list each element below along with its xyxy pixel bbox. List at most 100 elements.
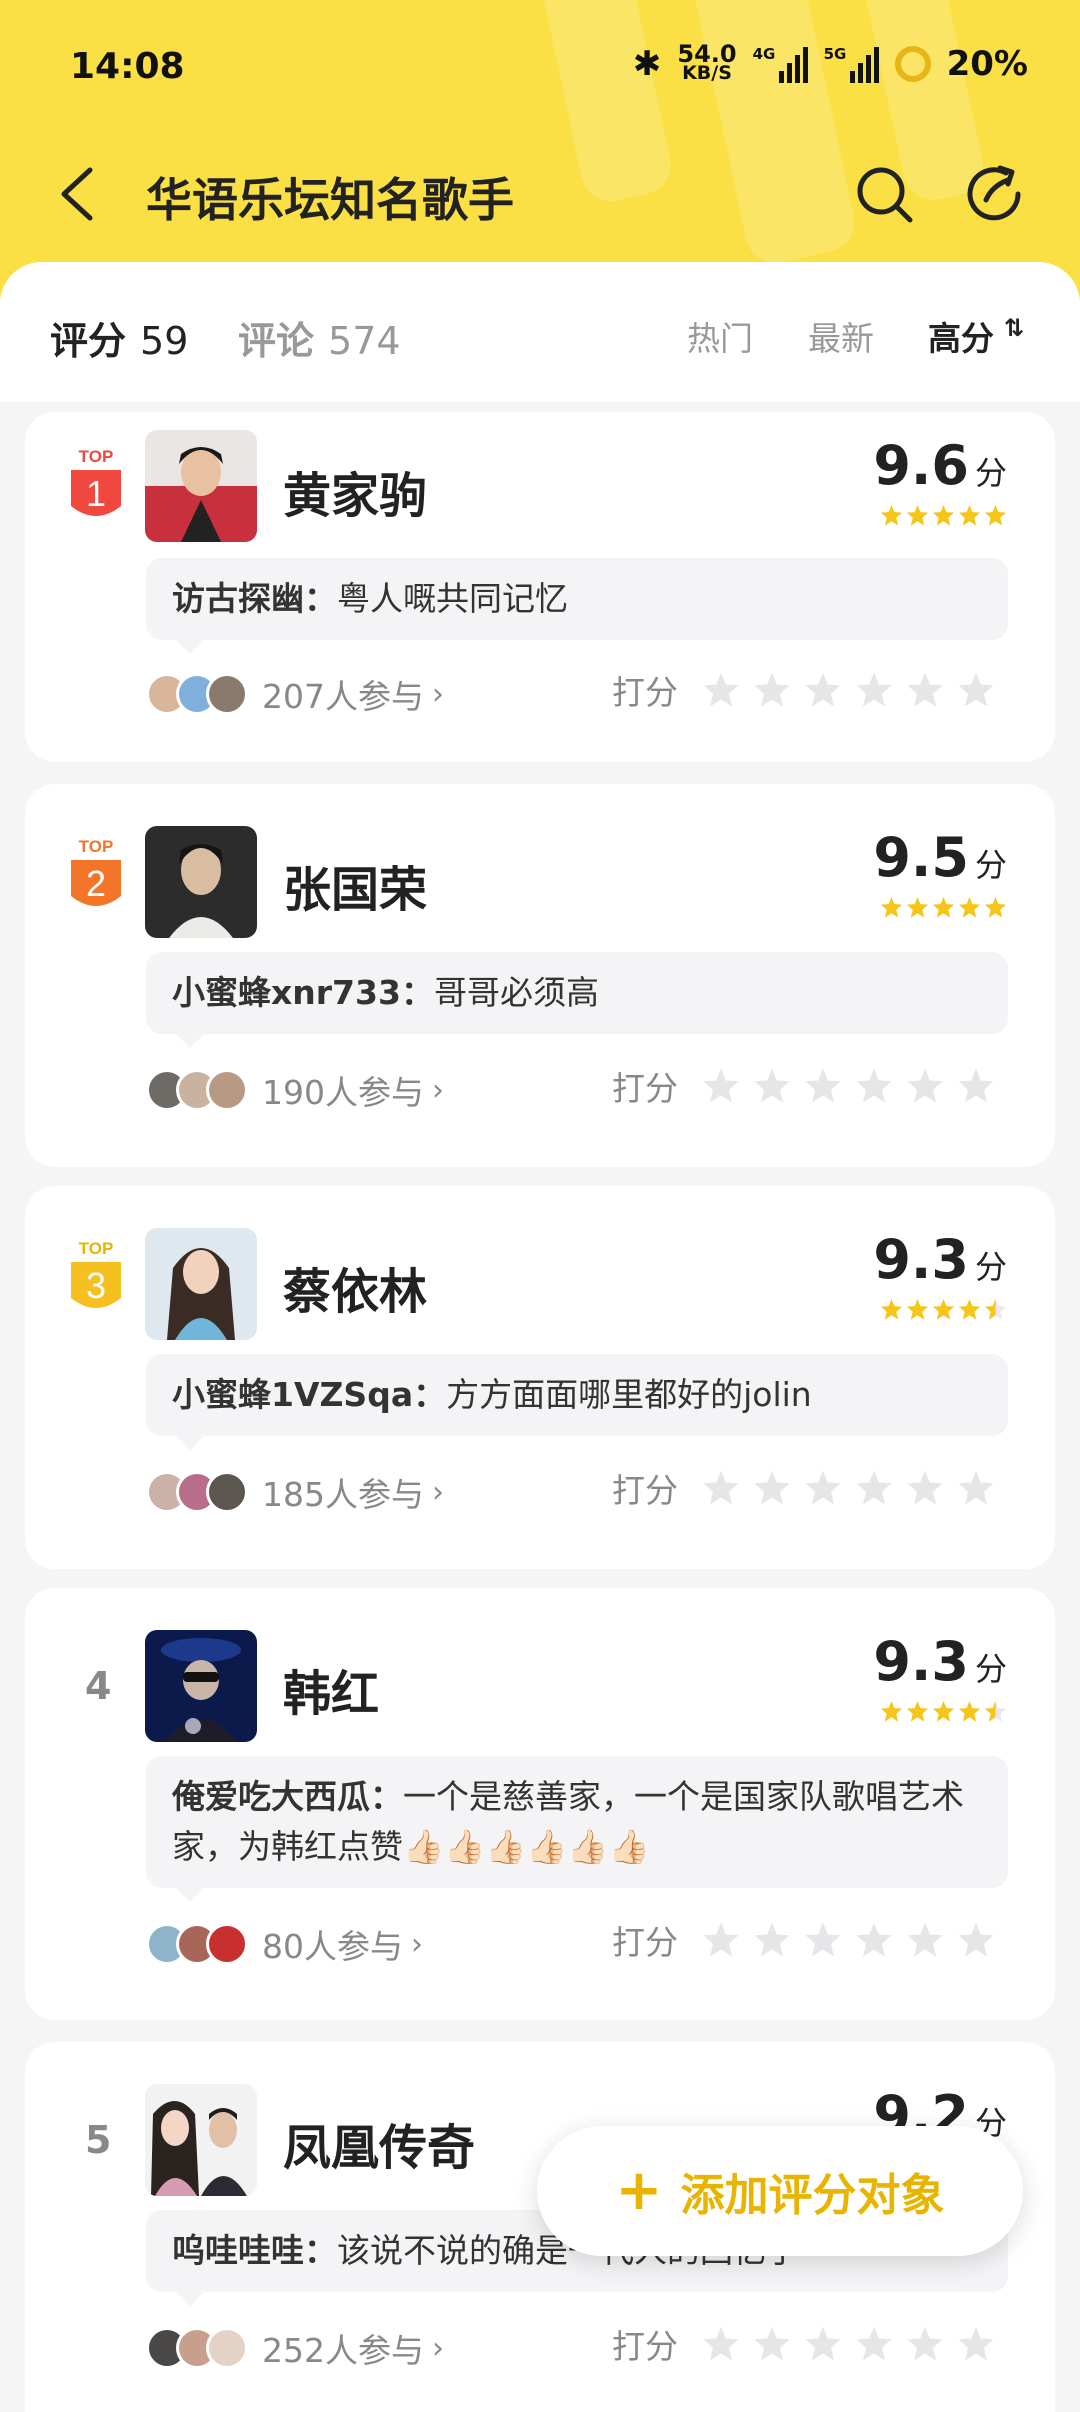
avatar[interactable]	[145, 1228, 257, 1340]
rate-star-icon[interactable]	[753, 2325, 791, 2363]
participants[interactable]: 80人参与 ›	[146, 1920, 423, 1968]
rate-star-icon[interactable]	[702, 2325, 740, 2363]
add-rating-target-button[interactable]: + 添加评分对象	[537, 2126, 1023, 2256]
star-icon	[906, 1298, 929, 1320]
share-icon[interactable]	[962, 162, 1026, 226]
avatar[interactable]	[145, 2084, 257, 2196]
network-speed: 54.0 KB/S	[677, 40, 737, 84]
rate-star-icon[interactable]	[753, 671, 791, 709]
star-icon	[906, 1700, 929, 1722]
rate-star-icon[interactable]	[702, 1067, 740, 1105]
score-value: 9.3 分	[873, 1228, 1007, 1291]
participants[interactable]: 207人参与 ›	[146, 670, 444, 718]
sort-hot[interactable]: 热门	[687, 312, 753, 360]
chevron-right-icon: ›	[432, 1072, 444, 1108]
rate-row: 打分	[612, 1062, 995, 1110]
star-icon	[958, 1298, 981, 1320]
rate-row: 打分	[612, 666, 995, 714]
battery-level: 20%	[946, 44, 1028, 84]
singer-name: 凤凰传奇	[283, 2120, 476, 2176]
back-arrow-icon[interactable]	[50, 162, 110, 226]
chevron-right-icon: ›	[432, 676, 444, 712]
singer-name: 张国荣	[283, 862, 428, 918]
singer-name: 黄家驹	[283, 468, 428, 524]
signal-5g-icon: 5G	[824, 45, 879, 83]
rate-star-icon[interactable]	[804, 1469, 842, 1507]
sort-high-score[interactable]: 高分	[928, 312, 994, 360]
rate-row: 打分	[612, 1464, 995, 1512]
avatar[interactable]	[145, 826, 257, 938]
chevron-right-icon: ›	[432, 1474, 444, 1510]
sort-new[interactable]: 最新	[808, 312, 874, 360]
tab-comments[interactable]: 评论 574	[238, 310, 401, 365]
rating-card[interactable]: TOP 2 张国荣 9.5 分 小蜜蜂xnr733：哥哥必须高 190人参与 ›…	[25, 784, 1055, 1167]
bluetooth-icon: ✱	[632, 44, 662, 84]
rate-star-icon[interactable]	[906, 2325, 944, 2363]
top-comment[interactable]: 访古探幽：粤人嘅共同记忆	[146, 558, 1008, 654]
rating-card[interactable]: TOP 1 黄家驹 9.6 分 访古探幽：粤人嘅共同记忆 207人参与 › 打分	[25, 412, 1055, 762]
top-comment[interactable]: 俺爱吃大西瓜：一个是慈善家，一个是国家队歌唱艺术家，为韩红点赞👍🏻👍🏻👍🏻👍🏻👍…	[146, 1756, 1008, 1902]
rate-star-icon[interactable]	[906, 1921, 944, 1959]
rate-star-icon[interactable]	[702, 1469, 740, 1507]
half-star-icon	[984, 1298, 1007, 1320]
rate-star-icon[interactable]	[804, 1921, 842, 1959]
tabs-bar: 评分 59 评论 574 热门 最新 高分 ⇅	[0, 262, 1080, 402]
star-icon	[932, 1700, 955, 1722]
rate-star-icon[interactable]	[804, 1067, 842, 1105]
participants[interactable]: 252人参与 ›	[146, 2324, 444, 2372]
rate-star-icon[interactable]	[957, 1067, 995, 1105]
score-stars	[880, 1298, 1007, 1321]
participant-avatar	[206, 1069, 248, 1111]
rate-star-icon[interactable]	[906, 1469, 944, 1507]
score-stars	[880, 1700, 1007, 1723]
participant-avatar	[206, 673, 248, 715]
rate-star-icon[interactable]	[855, 1921, 893, 1959]
rate-star-icon[interactable]	[804, 671, 842, 709]
star-icon	[880, 1298, 903, 1320]
rate-star-icon[interactable]	[855, 1067, 893, 1105]
rate-star-icon[interactable]	[855, 671, 893, 709]
rate-star-icon[interactable]	[855, 2325, 893, 2363]
rate-star-icon[interactable]	[702, 671, 740, 709]
rate-star-icon[interactable]	[753, 1921, 791, 1959]
rate-star-icon[interactable]	[753, 1469, 791, 1507]
search-icon[interactable]	[852, 162, 916, 226]
plus-icon: +	[615, 2158, 663, 2223]
rank-number: 4	[85, 1664, 112, 1708]
top-comment[interactable]: 小蜜蜂1VZSqa：方方面面哪里都好的jolin	[146, 1354, 1008, 1450]
rate-star-icon[interactable]	[804, 2325, 842, 2363]
rate-star-icon[interactable]	[906, 1067, 944, 1105]
rating-card[interactable]: 4 韩红 9.3 分 俺爱吃大西瓜：一个是慈善家，一个是国家队歌唱艺术家，为韩红…	[25, 1588, 1055, 2020]
participants[interactable]: 185人参与 ›	[146, 1468, 444, 1516]
top-1-badge-icon: TOP 1	[71, 447, 121, 516]
singer-name: 韩红	[283, 1666, 380, 1722]
star-icon	[880, 896, 903, 918]
participant-avatar	[206, 1923, 248, 1965]
score-value: 9.5 分	[873, 826, 1007, 889]
participants[interactable]: 190人参与 ›	[146, 1066, 444, 1114]
star-icon	[932, 896, 955, 918]
rate-star-icon[interactable]	[957, 1469, 995, 1507]
sort-order-icon[interactable]: ⇅	[1004, 314, 1024, 342]
top-comment[interactable]: 小蜜蜂xnr733：哥哥必须高	[146, 952, 1008, 1048]
avatar[interactable]	[145, 1630, 257, 1742]
rate-star-icon[interactable]	[702, 1921, 740, 1959]
rate-star-icon[interactable]	[753, 1067, 791, 1105]
tab-score[interactable]: 评分 59	[50, 310, 188, 365]
svg-text:2: 2	[86, 863, 106, 904]
avatar[interactable]	[145, 430, 257, 542]
rate-star-icon[interactable]	[906, 671, 944, 709]
star-icon	[984, 504, 1007, 526]
star-icon	[984, 896, 1007, 918]
rate-star-icon[interactable]	[957, 2325, 995, 2363]
rate-star-icon[interactable]	[957, 1921, 995, 1959]
svg-text:3: 3	[86, 1265, 106, 1306]
rate-star-icon[interactable]	[855, 1469, 893, 1507]
chevron-right-icon: ›	[411, 1926, 423, 1962]
rank-number: 5	[85, 2118, 112, 2162]
status-indicators: ✱ 54.0 KB/S 4G 5G 20%	[632, 40, 1028, 84]
rate-star-icon[interactable]	[957, 671, 995, 709]
status-bar: 14:08 ✱ 54.0 KB/S 4G 5G 20%	[0, 0, 1080, 130]
rating-card[interactable]: TOP 3 蔡依林 9.3 分 小蜜蜂1VZSqa：方方面面哪里都好的jolin	[25, 1186, 1055, 1569]
participant-avatar	[206, 2327, 248, 2369]
